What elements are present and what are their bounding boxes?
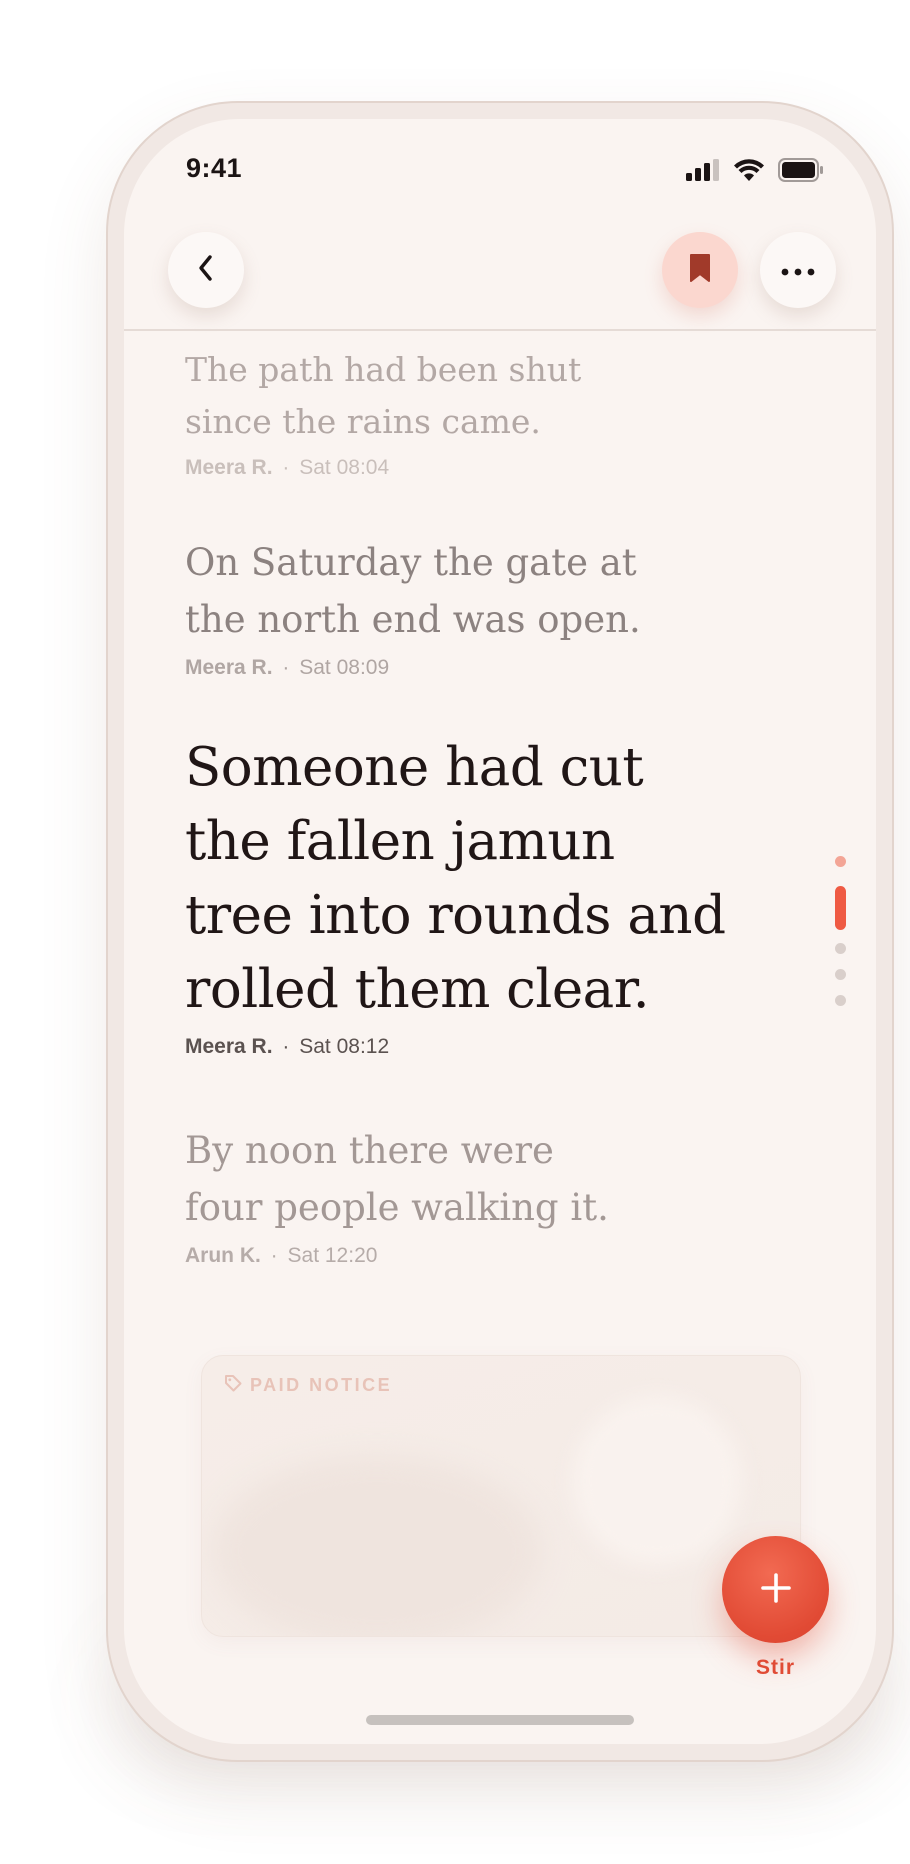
author-name: Meera R.: [185, 1035, 273, 1058]
plus-icon: [759, 1571, 793, 1609]
author-name: Arun K.: [185, 1244, 261, 1267]
scroll-dot[interactable]: [835, 995, 846, 1006]
timestamp: Sat 12:20: [287, 1244, 378, 1267]
stir-button[interactable]: [722, 1536, 829, 1643]
story-line: On Saturday the gate at: [185, 541, 637, 584]
story-line: rolled them clear.: [185, 959, 650, 1020]
meta-separator: ·: [282, 656, 290, 679]
cellular-signal-icon: [686, 159, 720, 185]
timestamp: Sat 08:12: [299, 1035, 390, 1058]
story-line: Someone had cut: [185, 737, 644, 798]
paid-notice-card[interactable]: PAID NOTICE: [201, 1355, 801, 1637]
story-entry-meta: Meera R. · Sat 08:04: [185, 456, 805, 480]
scroll-dot-active[interactable]: [835, 886, 846, 930]
notice-image-blur: [572, 1396, 742, 1566]
more-horizontal-icon: [781, 261, 815, 280]
story-entry-text: On Saturday the gate at the north end wa…: [185, 534, 805, 648]
meta-separator: ·: [282, 1035, 290, 1058]
timestamp: Sat 08:09: [299, 656, 390, 679]
story-line: four people walking it.: [185, 1186, 609, 1229]
paid-notice-text: PAID NOTICE: [250, 1375, 393, 1395]
story-line: tree into rounds and: [185, 885, 726, 946]
story-line: The path had been shut: [185, 350, 582, 389]
story-entry-text: The path had been shut since the rains c…: [185, 344, 805, 448]
screen: 9:41 The path had been shut since the ra…: [124, 119, 876, 1744]
author-name: Meera R.: [185, 656, 273, 679]
topbar-divider: [124, 329, 876, 331]
story-entry-text: By noon there were four people walking i…: [185, 1122, 805, 1236]
stage: 9:41 The path had been shut since the ra…: [0, 0, 910, 1864]
tag-icon: [224, 1374, 242, 1397]
story-entry-meta: Meera R. · Sat 08:12: [185, 1035, 805, 1059]
timestamp: Sat 08:04: [299, 456, 390, 479]
notice-image-blur: [212, 1456, 542, 1636]
story-line: the fallen jamun: [185, 811, 615, 872]
scroll-dot[interactable]: [835, 969, 846, 980]
home-indicator[interactable]: [366, 1715, 634, 1725]
status-icons: [686, 158, 824, 186]
story-line: since the rains came.: [185, 402, 541, 441]
chevron-left-icon: [195, 253, 217, 287]
bookmark-icon: [688, 253, 712, 287]
stir-button-label: Stir: [755, 1656, 795, 1679]
scroll-dot[interactable]: [835, 856, 846, 867]
story-entry[interactable]: The path had been shut since the rains c…: [185, 344, 805, 480]
more-options-button[interactable]: [760, 232, 836, 308]
bookmark-button[interactable]: [662, 232, 738, 308]
story-entry-current[interactable]: Someone had cut the fallen jamun tree in…: [185, 731, 805, 1059]
paid-notice-label: PAID NOTICE: [224, 1374, 392, 1397]
meta-separator: ·: [282, 456, 290, 479]
story-entry-text: Someone had cut the fallen jamun tree in…: [185, 731, 805, 1027]
back-button[interactable]: [168, 232, 244, 308]
story-entry-meta: Meera R. · Sat 08:09: [185, 656, 805, 680]
status-time: 9:41: [186, 153, 243, 183]
story-entry[interactable]: On Saturday the gate at the north end wa…: [185, 534, 805, 680]
story-entry-meta: Arun K. · Sat 12:20: [185, 1244, 805, 1268]
battery-icon: [778, 158, 824, 186]
author-name: Meera R.: [185, 456, 273, 479]
wifi-icon: [734, 159, 764, 185]
meta-separator: ·: [270, 1244, 278, 1267]
story-entry[interactable]: By noon there were four people walking i…: [185, 1122, 805, 1268]
story-line: the north end was open.: [185, 598, 641, 641]
scroll-dot[interactable]: [835, 943, 846, 954]
story-line: By noon there were: [185, 1129, 554, 1172]
